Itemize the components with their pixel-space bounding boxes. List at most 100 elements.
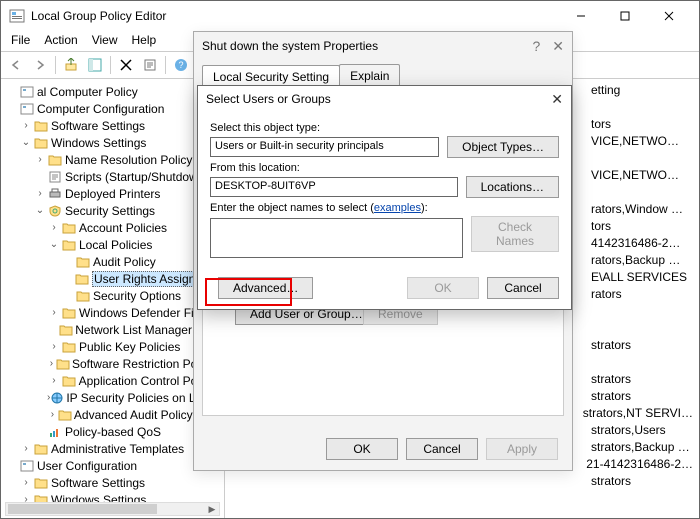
examples-link[interactable]: examples <box>374 202 421 214</box>
location-label: From this location: <box>210 162 559 174</box>
tree-item-label: Policy-based QoS <box>65 425 161 439</box>
collapse-icon[interactable]: › <box>33 154 47 165</box>
tree-item[interactable]: Audit Policy <box>1 253 224 270</box>
collapse-icon[interactable]: › <box>47 358 56 369</box>
folder-icon <box>33 119 49 133</box>
tree-item[interactable]: al Computer Policy <box>1 83 224 100</box>
tree-item[interactable]: ⌄Security Settings <box>1 202 224 219</box>
folder-icon <box>61 221 77 235</box>
expand-icon[interactable]: ⌄ <box>47 239 61 250</box>
folder-icon <box>75 272 90 286</box>
properties-apply-button[interactable]: Apply <box>486 438 558 460</box>
advanced-button[interactable]: Advanced… <box>218 277 313 299</box>
toolbar-showhide-tree-button[interactable] <box>84 54 106 76</box>
toolbar-delete-button[interactable] <box>115 54 137 76</box>
folder-icon <box>33 442 49 456</box>
list-item-label: 21-4142316486-2… <box>586 457 693 471</box>
help-icon[interactable]: ? <box>532 38 540 54</box>
toolbar-properties-button[interactable] <box>139 54 161 76</box>
collapse-icon[interactable]: › <box>19 120 33 131</box>
menu-view[interactable]: View <box>86 31 124 51</box>
folder-icon <box>33 476 49 490</box>
mmc-icon <box>19 459 35 473</box>
toolbar-up-button[interactable] <box>60 54 82 76</box>
tree-item[interactable]: ›Public Key Policies <box>1 338 224 355</box>
list-item-label: rators,Backup … <box>591 253 680 267</box>
object-types-button[interactable]: Object Types… <box>447 136 559 158</box>
toolbar-back-button[interactable] <box>5 54 27 76</box>
list-item-label: rators <box>591 287 622 301</box>
tree-item-label: Software Settings <box>51 119 145 133</box>
list-item-label: E\ALL SERVICES <box>591 270 687 284</box>
tree-item[interactable]: ⌄Local Policies <box>1 236 224 253</box>
expand-icon[interactable]: ⌄ <box>19 137 33 148</box>
list-item-label: 4142316486-2… <box>591 236 680 250</box>
tree-item[interactable]: ›Deployed Printers <box>1 185 224 202</box>
minimize-button[interactable] <box>559 1 603 31</box>
list-item-label: strators,NT SERVI… <box>583 406 693 420</box>
tree-item[interactable]: › Name Resolution Policy <box>1 151 224 168</box>
toolbar-help-button[interactable]: ? <box>170 54 192 76</box>
tree-item[interactable]: ›Advanced Audit Policy Confi <box>1 406 224 423</box>
locations-button[interactable]: Locations… <box>466 176 559 198</box>
collapse-icon[interactable]: › <box>47 375 61 386</box>
tree-item[interactable]: ›Account Policies <box>1 219 224 236</box>
select-users-title: Select Users or Groups <box>206 92 331 106</box>
tree-item[interactable]: Scripts (Startup/Shutdown) <box>1 168 224 185</box>
scroll-thumb[interactable] <box>8 504 157 514</box>
select-ok-button[interactable]: OK <box>407 277 479 299</box>
tree-item[interactable]: Security Options <box>1 287 224 304</box>
collapse-icon[interactable]: › <box>47 222 61 233</box>
list-item-label: strators <box>591 372 631 386</box>
properties-cancel-button[interactable]: Cancel <box>406 438 478 460</box>
tree-item-label: Name Resolution Policy <box>65 153 192 167</box>
tab-explain[interactable]: Explain <box>339 64 400 87</box>
collapse-icon[interactable]: › <box>33 188 47 199</box>
tree-item[interactable]: ⌄Windows Settings <box>1 134 224 151</box>
menu-help[interactable]: Help <box>126 31 163 51</box>
object-names-input[interactable] <box>210 218 463 258</box>
collapse-icon[interactable]: › <box>19 443 33 454</box>
expand-icon[interactable]: ⌄ <box>33 205 47 216</box>
close-button[interactable] <box>647 1 691 31</box>
close-icon[interactable]: ✕ <box>552 38 564 55</box>
tree-item-label: Computer Configuration <box>37 102 164 116</box>
horizontal-scrollbar[interactable]: ◀ ▶ <box>5 502 220 516</box>
tree-item[interactable]: ›Software Restriction Policies <box>1 355 224 372</box>
tree-item[interactable]: Policy-based QoS <box>1 423 224 440</box>
scroll-right-icon[interactable]: ▶ <box>205 503 219 515</box>
check-names-button[interactable]: Check Names <box>471 216 559 252</box>
tree-pane[interactable]: al Computer Policy Computer Configuration… <box>1 79 225 518</box>
collapse-icon[interactable]: › <box>47 409 58 420</box>
svg-text:?: ? <box>178 60 183 70</box>
toolbar-forward-button[interactable] <box>29 54 51 76</box>
collapse-icon[interactable]: › <box>47 341 61 352</box>
properties-title: Shut down the system Properties <box>202 39 378 53</box>
properties-ok-button[interactable]: OK <box>326 438 398 460</box>
tree-item[interactable]: ›Application Control Policies <box>1 372 224 389</box>
list-item-label: strators <box>591 389 631 403</box>
object-type-label: Select this object type: <box>210 122 559 134</box>
list-item-label: VICE,NETWO… <box>591 168 679 182</box>
tree-item[interactable]: User Rights Assignment <box>1 270 224 287</box>
tree-item[interactable]: Network List Manager Polici <box>1 321 224 338</box>
object-type-field: Users or Built-in security principals <box>210 137 439 157</box>
tree-item[interactable]: ›Windows Defender Firew <box>1 304 224 321</box>
close-icon[interactable]: ✕ <box>551 91 563 108</box>
tree-item-label: Administrative Templates <box>51 442 184 456</box>
collapse-icon[interactable]: › <box>47 307 61 318</box>
menu-action[interactable]: Action <box>38 31 83 51</box>
folder-icon <box>56 357 70 371</box>
collapse-icon[interactable]: › <box>19 477 33 488</box>
menu-file[interactable]: File <box>5 31 36 51</box>
tree-item[interactable]: User Configuration <box>1 457 224 474</box>
list-item[interactable]: .strators <box>231 472 693 489</box>
tree-item[interactable]: ›IP Security Policies on Local C <box>1 389 224 406</box>
select-cancel-button[interactable]: Cancel <box>487 277 559 299</box>
tree-item[interactable]: ›Software Settings <box>1 474 224 491</box>
tree-item[interactable]: › Administrative Templates <box>1 440 224 457</box>
tree-item[interactable]: Computer Configuration <box>1 100 224 117</box>
folder-icon <box>47 153 63 167</box>
maximize-button[interactable] <box>603 1 647 31</box>
tree-item[interactable]: › Software Settings <box>1 117 224 134</box>
